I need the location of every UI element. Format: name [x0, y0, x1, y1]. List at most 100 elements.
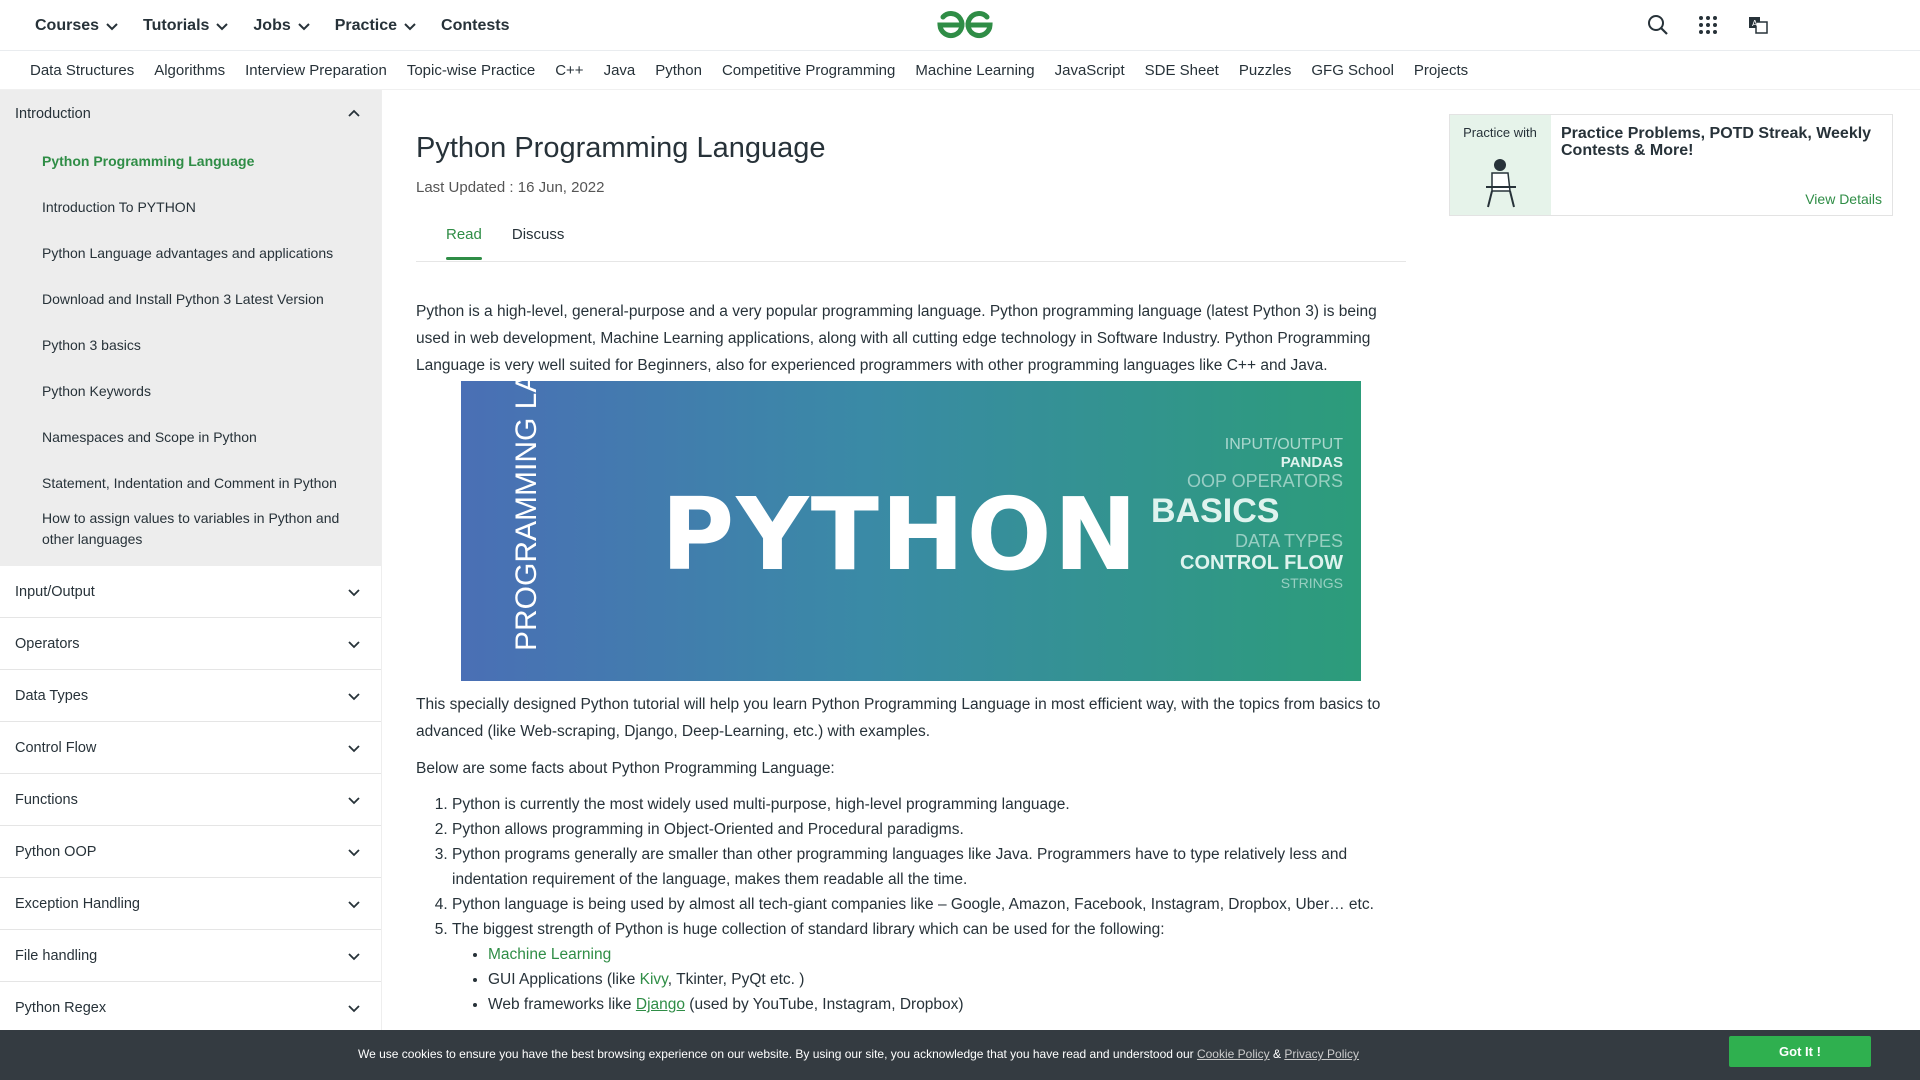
sidebar-section-label: Control Flow — [15, 739, 97, 756]
list-item: Machine Learning — [488, 942, 1406, 967]
sidebar-section-exception-handling[interactable]: Exception Handling — [0, 878, 381, 930]
article-tabs: Read Discuss — [416, 226, 1406, 262]
sidebar-item[interactable]: Python Programming Language — [0, 138, 381, 184]
gfg-logo-icon[interactable] — [934, 8, 996, 42]
promo-image: Practice with — [1450, 115, 1551, 215]
nav-label: Jobs — [253, 16, 291, 34]
promo-image-text: Practice with — [1463, 125, 1537, 140]
sidebar-section-operators[interactable]: Operators — [0, 618, 381, 670]
sidebar-section-file-handling[interactable]: File handling — [0, 930, 381, 982]
chevron-down-icon — [348, 640, 360, 648]
sidebar-section-functions[interactable]: Functions — [0, 774, 381, 826]
nav-courses[interactable]: Courses — [35, 17, 119, 35]
sidebar: Introduction Python Programming Language… — [0, 90, 382, 1080]
django-link[interactable]: Django — [636, 996, 685, 1013]
chevron-down-icon — [348, 692, 360, 700]
banner-word-cloud: INPUT/OUTPUT PANDAS OOP OPERATORS BASICS… — [1133, 436, 1343, 591]
sidebar-section-python-regex[interactable]: Python Regex — [0, 982, 381, 1034]
sidebar-section-input-output[interactable]: Input/Output — [0, 566, 381, 618]
sidebar-section-label: Operators — [15, 635, 80, 652]
topic-sde-sheet[interactable]: SDE Sheet — [1145, 62, 1219, 79]
nav-label: Contests — [441, 16, 510, 34]
chevron-down-icon — [348, 848, 360, 856]
sidebar-item[interactable]: Namespaces and Scope in Python — [0, 414, 381, 460]
banner-word: INPUT/OUTPUT — [1224, 436, 1343, 453]
tab-discuss[interactable]: Discuss — [512, 226, 565, 262]
topic-interview-preparation[interactable]: Interview Preparation — [245, 62, 387, 79]
promo-title: Practice Problems, POTD Streak, Weekly C… — [1561, 125, 1872, 159]
topic-gfg-school[interactable]: GFG School — [1311, 62, 1394, 79]
page-title: Python Programming Language — [416, 132, 826, 164]
list-item: Python programs generally are smaller th… — [452, 842, 1406, 892]
tab-read[interactable]: Read — [446, 226, 482, 262]
topic-javascript[interactable]: JavaScript — [1055, 62, 1125, 79]
topic-machine-learning[interactable]: Machine Learning — [915, 62, 1034, 79]
library-list: Machine Learning GUI Applications (like … — [452, 942, 1406, 1017]
topic-puzzles[interactable]: Puzzles — [1239, 62, 1292, 79]
cookie-policy-link[interactable]: Cookie Policy — [1197, 1047, 1270, 1061]
sidebar-section-data-types[interactable]: Data Types — [0, 670, 381, 722]
sidebar-section-header[interactable]: Introduction — [0, 90, 381, 138]
cookie-separator: & — [1269, 1047, 1285, 1061]
sidebar-section-label: File handling — [15, 947, 98, 964]
sidebar-sub-list: Python Programming Language Introduction… — [0, 138, 381, 558]
sidebar-item[interactable]: How to assign values to variables in Pyt… — [0, 506, 381, 558]
list-item-text: , Tkinter, PyQt etc. ) — [667, 971, 805, 988]
python-banner-image: PROGRAMMING LANGUAGE PYTHON INPUT/OUTPUT… — [461, 381, 1361, 681]
practice-promo-card[interactable]: Practice with Practice Problems, POTD St… — [1449, 114, 1893, 216]
list-item: Python language is being used by almost … — [452, 892, 1406, 917]
sidebar-section-label: Python OOP — [15, 843, 97, 860]
topic-nav: Data Structures Algorithms Interview Pre… — [0, 51, 1920, 90]
sidebar-item[interactable]: Python Language advantages and applicati… — [0, 230, 381, 276]
list-item-text: Web frameworks like — [488, 996, 636, 1013]
sidebar-item[interactable]: Python 3 basics — [0, 322, 381, 368]
nav-practice[interactable]: Practice — [335, 17, 417, 35]
topic-cpp[interactable]: C++ — [555, 62, 583, 79]
list-item-text: (used by YouTube, Instagram, Dropbox) — [685, 996, 964, 1013]
nav-tutorials[interactable]: Tutorials — [143, 17, 229, 35]
banner-word: CONTROL FLOW — [1180, 552, 1343, 574]
nav-label: Courses — [35, 16, 100, 34]
banner-word: STRINGS — [1280, 575, 1343, 591]
cookie-message: We use cookies to ensure you have the be… — [358, 1047, 1197, 1061]
got-it-button[interactable]: Got It ! — [1729, 1036, 1871, 1067]
sidebar-section-control-flow[interactable]: Control Flow — [0, 722, 381, 774]
topic-python[interactable]: Python — [655, 62, 702, 79]
nav-label: Tutorials — [143, 16, 210, 34]
topic-java[interactable]: Java — [604, 62, 636, 79]
sidebar-section-python-oop[interactable]: Python OOP — [0, 826, 381, 878]
list-item: GUI Applications (like Kivy, Tkinter, Py… — [488, 967, 1406, 992]
topic-algorithms[interactable]: Algorithms — [154, 62, 225, 79]
banner-title: PYTHON — [661, 476, 1140, 593]
last-updated-label: Last Updated : — [416, 179, 514, 196]
search-icon[interactable] — [1646, 13, 1670, 37]
privacy-policy-link[interactable]: Privacy Policy — [1284, 1047, 1359, 1061]
nav-jobs[interactable]: Jobs — [253, 17, 310, 35]
sidebar-item[interactable]: Python Keywords — [0, 368, 381, 414]
nav-contests[interactable]: Contests — [441, 17, 509, 35]
topic-competitive-programming[interactable]: Competitive Programming — [722, 62, 895, 79]
facts-intro: Below are some facts about Python Progra… — [416, 760, 835, 777]
topic-projects[interactable]: Projects — [1414, 62, 1468, 79]
top-header: Courses Tutorials Jobs Practice Contests… — [0, 0, 1920, 51]
sidebar-section-label: Data Types — [15, 687, 89, 704]
machine-learning-link[interactable]: Machine Learning — [488, 946, 611, 963]
view-details-link[interactable]: View Details — [1805, 191, 1882, 207]
topic-wise-practice[interactable]: Topic-wise Practice — [407, 62, 535, 79]
svg-text:A: A — [1752, 19, 1758, 28]
topic-data-structures[interactable]: Data Structures — [30, 62, 134, 79]
tutorial-paragraph: This specially designed Python tutorial … — [416, 696, 1381, 740]
sidebar-item[interactable]: Introduction To PYTHON — [0, 184, 381, 230]
banner-word: DATA TYPES — [1234, 531, 1343, 551]
translate-icon[interactable]: A — [1746, 13, 1770, 37]
cookie-text: We use cookies to ensure you have the be… — [358, 1047, 1359, 1061]
chevron-up-icon — [348, 109, 360, 117]
kivy-link[interactable]: Kivy — [640, 971, 668, 988]
sidebar-section-introduction: Introduction Python Programming Language… — [0, 90, 381, 566]
chevron-down-icon — [348, 952, 360, 960]
apps-grid-icon[interactable] — [1696, 13, 1720, 37]
nav-label: Practice — [334, 16, 398, 34]
sidebar-item[interactable]: Download and Install Python 3 Latest Ver… — [0, 276, 381, 322]
sidebar-item[interactable]: Statement, Indentation and Comment in Py… — [0, 460, 381, 506]
list-item: Web frameworks like Django (used by YouT… — [488, 992, 1406, 1017]
